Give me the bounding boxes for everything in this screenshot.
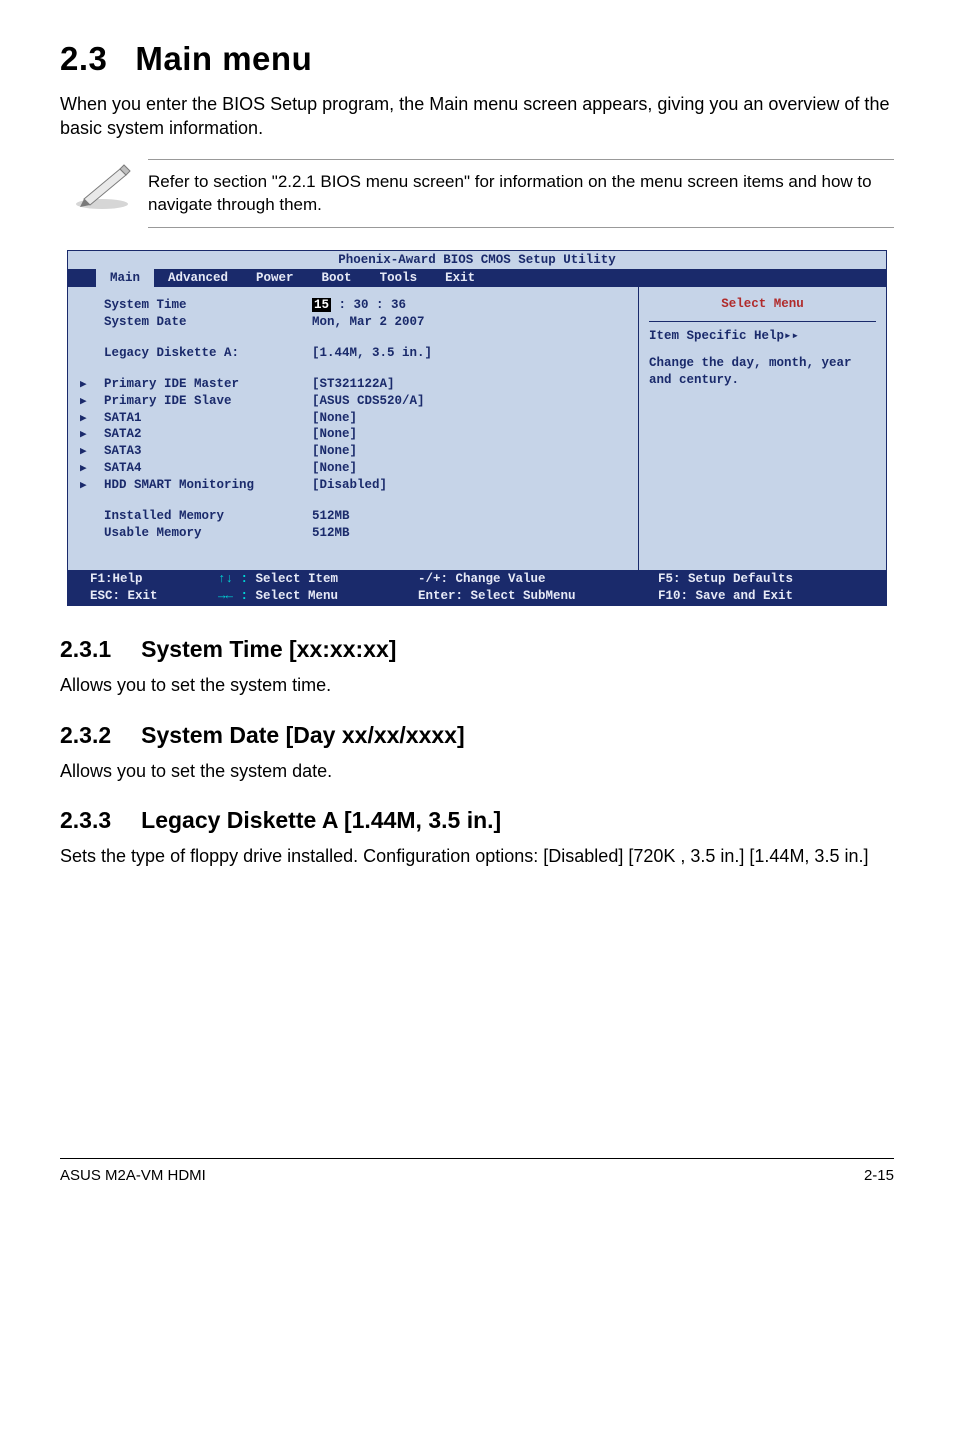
bios-tab-main: Main [96,269,154,287]
row-label: Installed Memory [82,508,312,525]
footer-select-item-txt: Select Item [248,572,338,586]
bios-footer: F1:Help ESC: Exit ↑↓ : Select Item →← : … [68,570,886,606]
row-label: Primary IDE Slave [82,393,312,410]
bios-tab-boot: Boot [308,269,366,287]
subsection-num: 2.3.1 [60,636,111,662]
row-value: Mon, Mar 2 2007 [312,314,624,331]
footer-f5: F5: Setup Defaults [658,571,886,588]
subsection-heading: 2.3.2 System Date [Day xx/xx/xxxx] [60,722,894,749]
row-label: SATA4 [82,460,312,477]
updown-arrow-icon: ↑↓ : [218,572,248,586]
row-label: SATA1 [82,410,312,427]
bios-tabs: Main Advanced Power Boot Tools Exit [68,269,886,287]
triangle-icon [80,410,87,427]
bios-tab-advanced: Advanced [154,269,242,287]
section-title: Main menu [135,40,312,77]
note-text: Refer to section "2.2.1 BIOS menu screen… [148,159,894,229]
page-footer: ASUS M2A-VM HDMI 2-15 [60,1158,894,1184]
triangle-icon [80,460,87,477]
section-heading: 2.3 Main menu [60,40,894,78]
row-value: [None] [312,443,624,460]
item-specific-help-label: Item Specific Help [649,329,784,343]
subsection-num: 2.3.3 [60,807,111,833]
row-value: 15 : 30 : 36 [312,297,624,314]
subsection-heading: 2.3.3 Legacy Diskette A [1.44M, 3.5 in.] [60,807,894,834]
footer-select-submenu: Enter: Select SubMenu [418,588,658,605]
footer-select-menu-txt: Select Menu [248,589,338,603]
footer-esc: ESC: Exit [90,588,218,605]
double-arrow-icon: ▸▸ [784,329,799,343]
row-value: [ASUS CDS520/A] [312,393,624,410]
row-label: SATA3 [82,443,312,460]
bios-tab-exit: Exit [431,269,489,287]
time-rest: : 30 : 36 [331,298,406,312]
intro-paragraph: When you enter the BIOS Setup program, t… [60,92,894,141]
row-value: [None] [312,410,624,427]
row-value: 512MB [312,508,624,525]
row-label: System Time [82,297,312,314]
row-value: 512MB [312,525,624,542]
bios-left-panel: System Time 15 : 30 : 36 System Date Mon… [68,287,638,570]
row-label: HDD SMART Monitoring [82,477,312,494]
triangle-icon [80,393,87,410]
bios-tab-tools: Tools [366,269,432,287]
bios-tab-power: Power [242,269,308,287]
subsection-body: Allows you to set the system time. [60,673,894,697]
footer-change-value: -/+: Change Value [418,571,658,588]
subsection-body: Allows you to set the system date. [60,759,894,783]
subsection-num: 2.3.2 [60,722,111,748]
row-value: [Disabled] [312,477,624,494]
footer-select-item: ↑↓ : Select Item [218,571,418,588]
row-label: Primary IDE Master [82,376,312,393]
row-label: System Date [82,314,312,331]
subsection-body: Sets the type of floppy drive installed.… [60,844,894,868]
footer-right: 2-15 [864,1167,894,1184]
bios-screenshot: Phoenix-Award BIOS CMOS Setup Utility Ma… [67,250,887,606]
row-label: Legacy Diskette A: [82,345,312,362]
pencil-icon [60,159,148,211]
triangle-icon [80,477,87,494]
help-body: Change the day, month, year and century. [649,356,852,387]
subsection-title: System Time [xx:xx:xx] [141,636,396,662]
row-label: SATA2 [82,426,312,443]
select-menu-label: Select Menu [649,291,876,322]
row-value: [1.44M, 3.5 in.] [312,345,624,362]
subsection-heading: 2.3.1 System Time [xx:xx:xx] [60,636,894,663]
section-num: 2.3 [60,40,107,77]
row-label: Usable Memory [82,525,312,542]
footer-f1: F1:Help [90,571,218,588]
time-highlight: 15 [312,298,331,312]
triangle-icon [80,426,87,443]
note: Refer to section "2.2.1 BIOS menu screen… [60,159,894,229]
footer-select-menu: →← : Select Menu [218,588,418,605]
triangle-icon [80,443,87,460]
row-value: [ST321122A] [312,376,624,393]
subsection-title: System Date [Day xx/xx/xxxx] [141,722,464,748]
row-value: [None] [312,460,624,477]
bios-title: Phoenix-Award BIOS CMOS Setup Utility [68,251,886,269]
footer-left: ASUS M2A-VM HDMI [60,1167,206,1184]
bios-help-panel: Select Menu Item Specific Help▸▸ Change … [638,287,886,570]
triangle-icon [80,376,87,393]
row-value: [None] [312,426,624,443]
leftright-arrow-icon: →← : [218,589,248,603]
subsection-title: Legacy Diskette A [1.44M, 3.5 in.] [141,807,501,833]
footer-f10: F10: Save and Exit [658,588,886,605]
